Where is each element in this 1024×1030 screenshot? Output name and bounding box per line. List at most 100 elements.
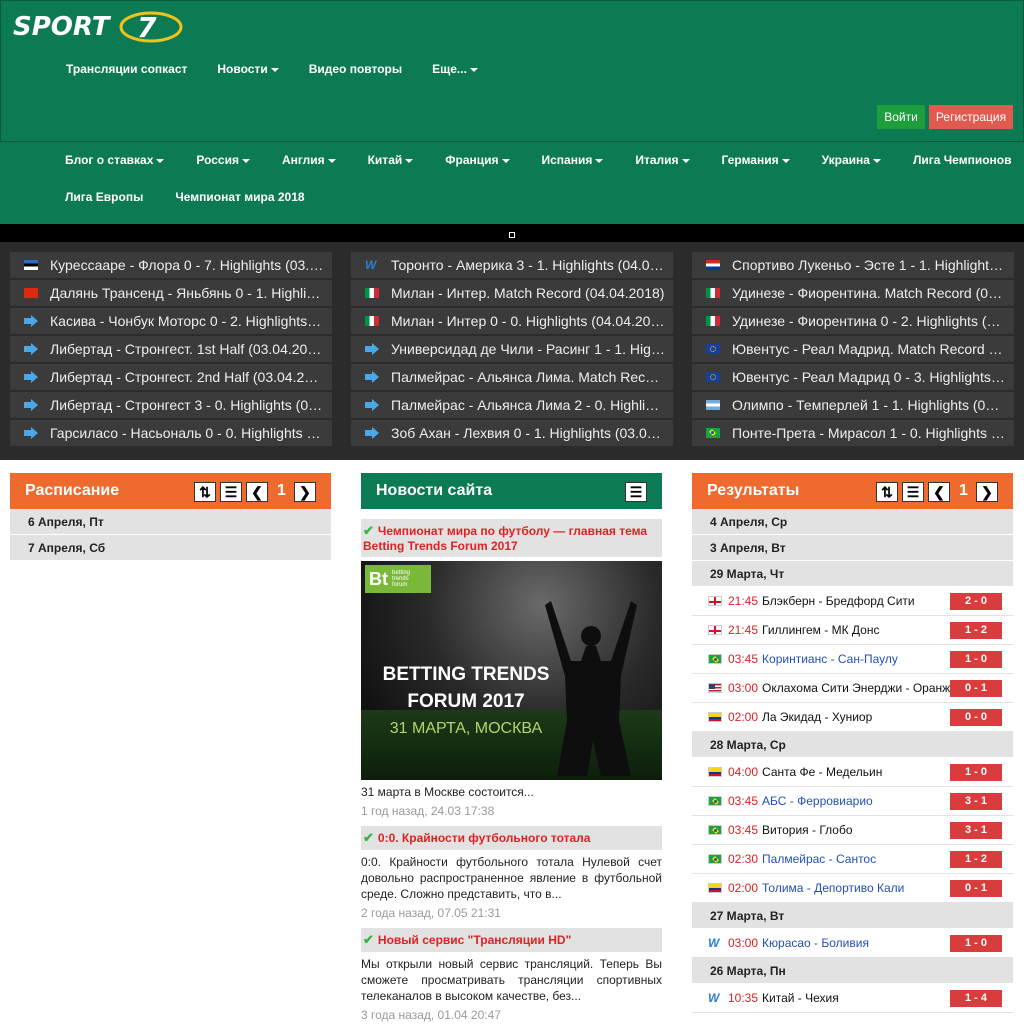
results-date-row[interactable]: 4 Апреля, Ср: [692, 509, 1013, 535]
category-row1-7[interactable]: Германия: [722, 153, 790, 167]
results-date-row[interactable]: 29 Марта, Чт: [692, 561, 1013, 587]
highlight-link[interactable]: Удинезе - Фиорентина 0 - 2. Highlights (…: [692, 308, 1014, 336]
flag-colombia-icon: [708, 883, 722, 893]
schedule-date-row[interactable]: 7 Апреля, Сб: [10, 535, 331, 561]
register-button[interactable]: Регистрация: [929, 105, 1013, 129]
arrow-icon: [24, 343, 38, 355]
match-score: 1 - 4: [950, 990, 1002, 1007]
highlight-link[interactable]: Касива - Чонбук Моторс 0 - 2. Highlights…: [10, 308, 332, 336]
highlight-link[interactable]: Либертад - Стронгест 3 - 0. Highlights (…: [10, 392, 332, 420]
match-teams: АБС - Ферровиарио: [762, 794, 873, 808]
highlight-link[interactable]: Универсидад де Чили - Расинг 1 - 1. High…: [351, 336, 673, 364]
chevron-down-icon: [595, 158, 604, 163]
results-header: Результаты ⇅ ☰ ❮ 1 ❯: [692, 473, 1013, 509]
arrow-icon: [24, 399, 38, 411]
match-score: 0 - 1: [950, 880, 1002, 897]
arrow-icon: [24, 315, 38, 327]
slider-bar: [0, 224, 1024, 242]
highlight-link[interactable]: Спортиво Лукеньо - Эсте 1 - 1. Highlight…: [692, 252, 1014, 280]
sort-icon[interactable]: ⇅: [194, 482, 216, 502]
flag-brazil-icon: [708, 854, 722, 864]
results-date-row[interactable]: 3 Апреля, Вт: [692, 535, 1013, 561]
match-score: 1 - 0: [950, 764, 1002, 781]
result-row[interactable]: 03:45 Витория - Глобо 3 - 1: [692, 816, 1013, 845]
sort-icon[interactable]: ⇅: [876, 482, 898, 502]
chevron-down-icon: [681, 158, 690, 163]
result-row[interactable]: 03:45 АБС - Ферровиарио 3 - 1: [692, 787, 1013, 816]
svg-text:SPORT: SPORT: [13, 12, 112, 42]
category-row1-8[interactable]: Украина: [822, 153, 881, 167]
highlight-link[interactable]: Либертад - Стронгест. 1st Half (03.04.20…: [10, 336, 332, 364]
highlight-link[interactable]: W Торонто - Америка 3 - 1. Highlights (04…: [351, 252, 673, 280]
result-row[interactable]: 21:45 Гиллингем - МК Донс 1 - 2: [692, 616, 1013, 645]
highlight-link[interactable]: Милан - Интер. Match Record (04.04.2018): [351, 280, 673, 308]
slider-dot[interactable]: [509, 232, 515, 238]
chevron-left-icon[interactable]: ❮: [246, 482, 268, 502]
schedule-date-row[interactable]: 6 Апреля, Пт: [10, 509, 331, 535]
highlights-column: W Торонто - Америка 3 - 1. Highlights (04…: [351, 252, 673, 448]
result-row[interactable]: 03:45 Коринтианс - Сан-Паулу 1 - 0: [692, 645, 1013, 674]
news-item-title[interactable]: ✔ Чемпионат мира по футболу — главная тем…: [361, 519, 662, 557]
nav-more[interactable]: Еще...: [432, 62, 478, 76]
result-row[interactable]: W 03:00 Кюрасао - Боливия 1 - 0: [692, 929, 1013, 958]
svg-text:7: 7: [137, 11, 157, 44]
flag-england-icon: [708, 596, 722, 606]
result-row[interactable]: 02:30 Палмейрас - Сантос 1 - 2: [692, 845, 1013, 874]
chevron-left-icon[interactable]: ❮: [928, 482, 950, 502]
category-row1-9[interactable]: Лига Чемпионов: [913, 153, 1012, 167]
highlight-link[interactable]: Гарсиласо - Насьональ 0 - 0. Highlights …: [10, 420, 332, 448]
category-row1-0[interactable]: Блог о ставках: [65, 153, 165, 167]
category-row2-1[interactable]: Чемпионат мира 2018: [175, 190, 304, 204]
category-row1-4[interactable]: Франция: [445, 153, 510, 167]
highlight-link[interactable]: Зоб Ахан - Лехвия 0 - 1. Highlights (03.…: [351, 420, 673, 448]
category-row1-5[interactable]: Испания: [542, 153, 604, 167]
results-date-row[interactable]: 28 Марта, Ср: [692, 732, 1013, 758]
category-row1-2[interactable]: Англия: [282, 153, 336, 167]
chevron-down-icon: [327, 158, 336, 163]
login-button[interactable]: Войти: [877, 105, 925, 129]
list-icon[interactable]: ☰: [625, 482, 647, 502]
nav-news[interactable]: Новости: [217, 62, 279, 76]
news-item-title[interactable]: ✔ Новый сервис "Трансляции HD": [361, 928, 662, 952]
match-score: 1 - 0: [950, 935, 1002, 952]
arrow-icon: [365, 371, 379, 383]
list-icon[interactable]: ☰: [902, 482, 924, 502]
highlight-link[interactable]: Либертад - Стронгест. 2nd Half (03.04.20…: [10, 364, 332, 392]
highlight-link[interactable]: Олимпо - Темперлей 1 - 1. Highlights (04…: [692, 392, 1014, 420]
match-teams: Китай - Чехия: [762, 991, 839, 1005]
nav-video-replays[interactable]: Видео повторы: [309, 62, 402, 76]
category-row1-3[interactable]: Китай: [368, 153, 414, 167]
news-item-title[interactable]: ✔ 0:0. Крайности футбольного тотала: [361, 826, 662, 850]
chevron-right-icon[interactable]: ❯: [976, 482, 998, 502]
highlight-link[interactable]: Палмейрас - Альянса Лима 2 - 0. Highligh…: [351, 392, 673, 420]
nav-sopcast[interactable]: Трансляции сопкаст: [66, 62, 187, 76]
result-row[interactable]: 04:00 Санта Фе - Медельин 1 - 0: [692, 758, 1013, 787]
list-icon[interactable]: ☰: [220, 482, 242, 502]
highlight-link[interactable]: Далянь Трансенд - Яньбянь 0 - 1. Highlig…: [10, 280, 332, 308]
result-row[interactable]: 02:00 Ла Экидад - Хуниор 0 - 0: [692, 703, 1013, 732]
result-row[interactable]: 03:00Оклахома Сити Энерджи - Оранж Каунт…: [692, 674, 1013, 703]
highlight-link[interactable]: Ювентус - Реал Мадрид. Match Record (03.…: [692, 336, 1014, 364]
result-row[interactable]: W 10:35 Китай - Чехия 1 - 4: [692, 984, 1013, 1013]
highlight-link[interactable]: Ювентус - Реал Мадрид 0 - 3. Highlights …: [692, 364, 1014, 392]
category-row1-6[interactable]: Италия: [635, 153, 690, 167]
highlight-link[interactable]: Курессааре - Флора 0 - 7. Highlights (03…: [10, 252, 332, 280]
highlight-link[interactable]: Милан - Интер 0 - 0. Highlights (04.04.2…: [351, 308, 673, 336]
result-row[interactable]: 21:45 Блэкберн - Бредфорд Сити 2 - 0: [692, 587, 1013, 616]
category-row1-1[interactable]: Россия: [196, 153, 250, 167]
site-header: SPORT 7 Трансляции сопкаст Новости Видео…: [0, 0, 1024, 142]
highlight-link[interactable]: Удинезе - Фиорентина. Match Record (04.0…: [692, 280, 1014, 308]
results-date-row[interactable]: 26 Марта, Пн: [692, 958, 1013, 984]
check-icon: ✔: [363, 830, 374, 845]
category-row2-0[interactable]: Лига Европы: [65, 190, 143, 204]
chevron-right-icon[interactable]: ❯: [294, 482, 316, 502]
result-row[interactable]: 02:00 Толима - Депортиво Кали 0 - 1: [692, 874, 1013, 903]
results-date-row[interactable]: 27 Марта, Вт: [692, 903, 1013, 929]
match-time: 10:35: [728, 991, 759, 1005]
highlight-link[interactable]: Понте-Прета - Мирасол 1 - 0. Highlights …: [692, 420, 1014, 448]
highlight-link[interactable]: Палмейрас - Альянса Лима. Match Record (…: [351, 364, 673, 392]
match-teams: Витория - Глобо: [762, 823, 853, 837]
check-icon: ✔: [363, 523, 374, 538]
news-banner-image[interactable]: Bt betting trends forum BETTING TRENDS F…: [361, 561, 662, 780]
site-logo[interactable]: SPORT 7: [11, 7, 183, 45]
